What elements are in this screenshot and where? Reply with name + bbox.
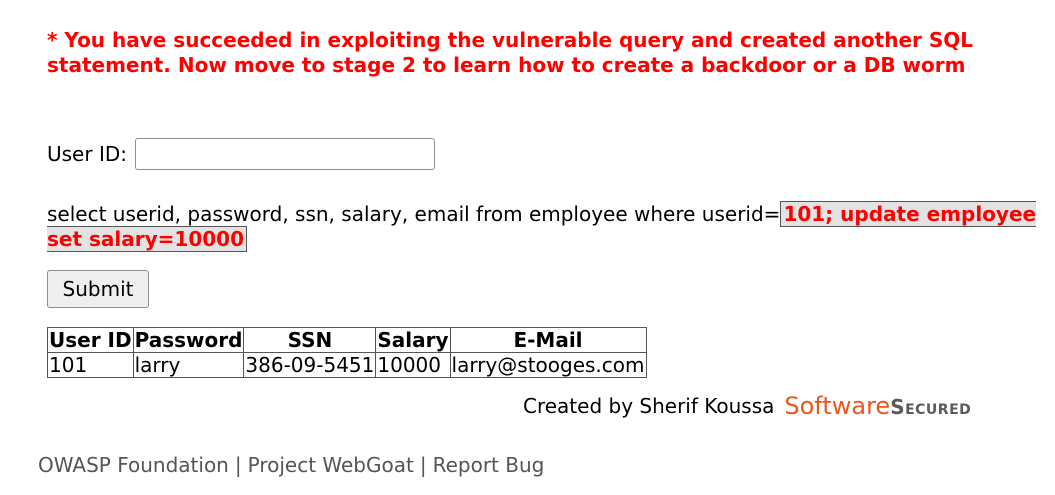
table-row: 101 larry 386-09-5451 10000 larry@stooge… <box>47 352 647 378</box>
credit-text: Created by Sherif Koussa <box>523 394 775 418</box>
footer-link-webgoat[interactable]: Project WebGoat <box>248 453 414 477</box>
userid-row: User ID: <box>47 138 435 170</box>
footer: OWASP Foundation | Project WebGoat | Report … <box>38 453 544 477</box>
footer-separator: | <box>419 453 427 477</box>
lesson-page: * You have succeeded in exploiting the v… <box>0 0 1055 495</box>
logo-software-text: Software <box>784 392 891 420</box>
userid-label: User ID: <box>47 142 127 166</box>
cell-user-id: 101 <box>47 352 134 378</box>
sql-query: select userid, password, ssn, salary, em… <box>47 201 1037 252</box>
cell-salary: 10000 <box>375 352 451 378</box>
footer-link-report-bug[interactable]: Report Bug <box>433 453 545 477</box>
header-password: Password <box>132 327 245 353</box>
query-prefix: select userid, password, ssn, salary, em… <box>47 202 781 226</box>
footer-link-owasp[interactable]: OWASP Foundation <box>38 453 229 477</box>
header-email: E-Mail <box>449 327 647 353</box>
submit-button[interactable]: Submit <box>47 270 149 308</box>
success-message: * You have succeeded in exploiting the v… <box>47 28 973 77</box>
results-table: User ID Password SSN Salary E-Mail 101 l… <box>47 327 647 378</box>
footer-separator: | <box>234 453 242 477</box>
logo-secured-text: Secured <box>890 395 972 419</box>
table-header-row: User ID Password SSN Salary E-Mail <box>47 327 647 353</box>
header-user-id: User ID <box>47 327 134 353</box>
header-salary: Salary <box>375 327 451 353</box>
cell-email: larry@stooges.com <box>449 352 647 378</box>
userid-input[interactable] <box>134 138 435 170</box>
header-ssn: SSN <box>243 327 377 353</box>
credit-line: Created by Sherif Koussa Software Secured <box>523 392 971 420</box>
cell-ssn: 386-09-5451 <box>243 352 377 378</box>
software-secured-logo: Software Secured <box>784 392 971 420</box>
cell-password: larry <box>132 352 245 378</box>
